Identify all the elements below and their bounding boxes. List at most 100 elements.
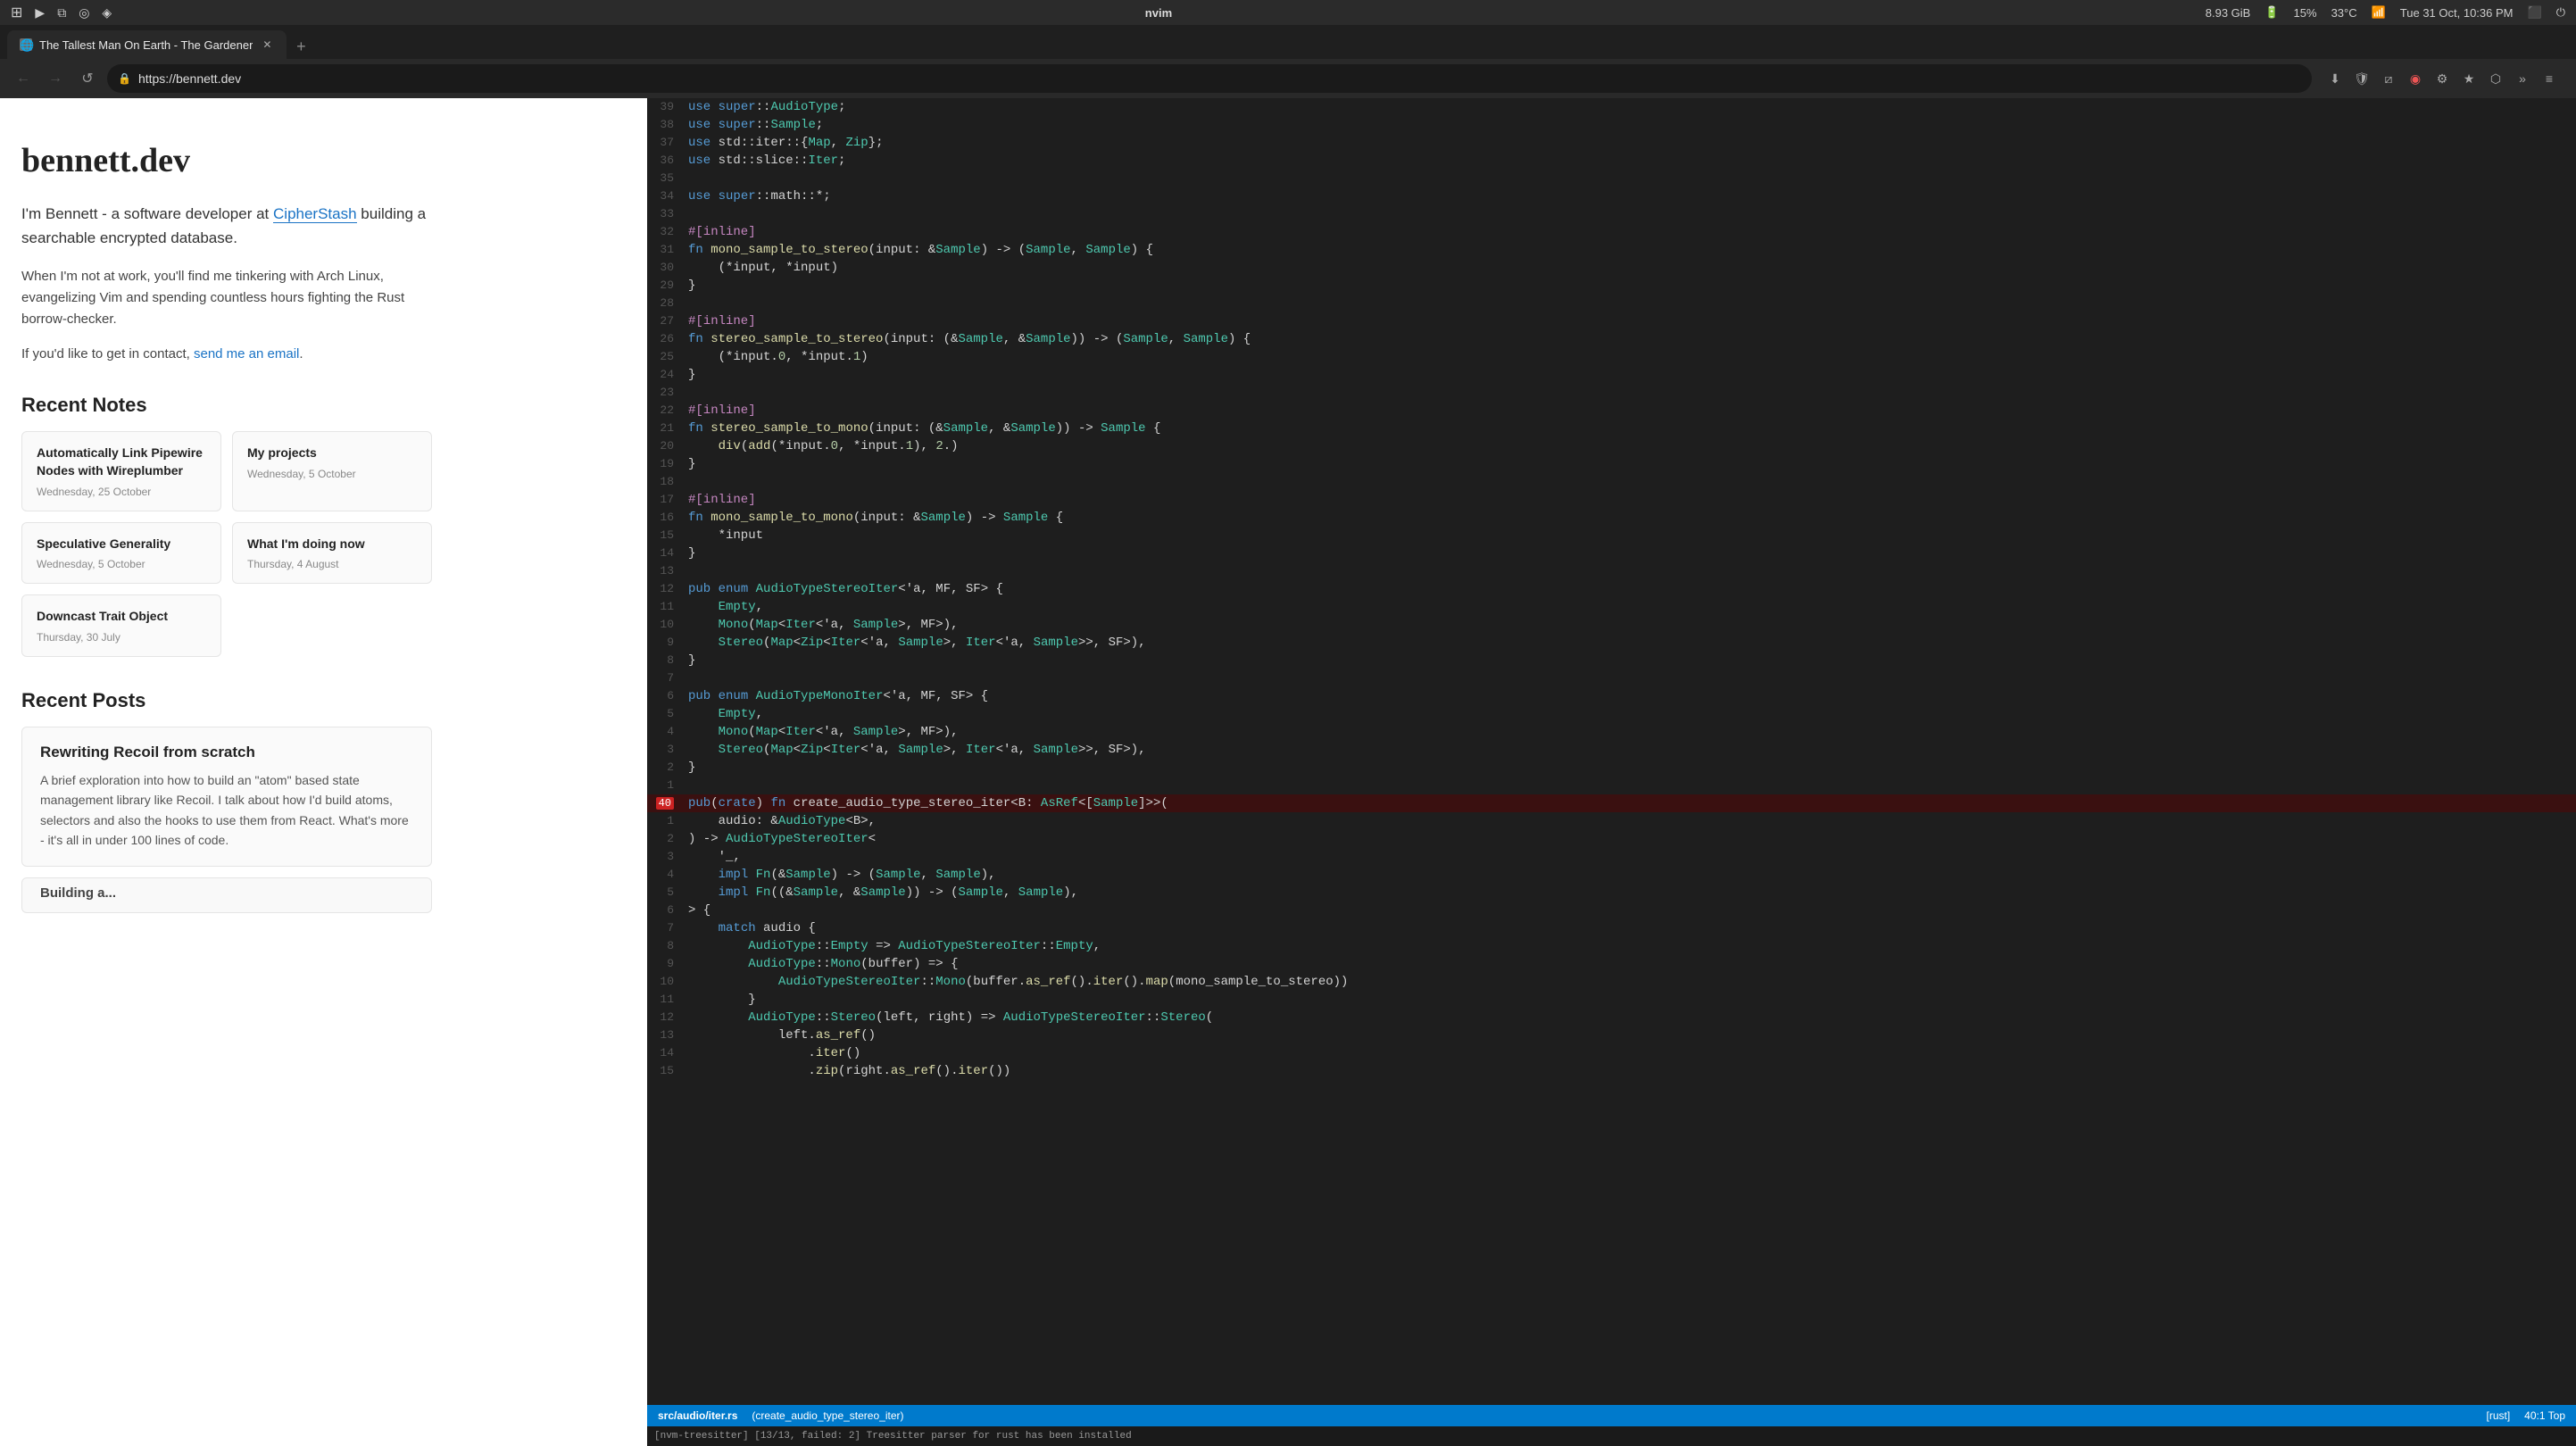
os-app-menu-icon[interactable]: ⊞ — [11, 4, 22, 21]
code-line: 11 Empty, — [647, 598, 2576, 616]
line-number: 8 — [647, 937, 685, 955]
code-line: 15 .zip(right.as_ref().iter()) — [647, 1062, 2576, 1080]
note-title-2: Speculative Generality — [37, 536, 206, 553]
code-line: 29} — [647, 277, 2576, 295]
os-display-icon[interactable]: ⬛ — [2528, 5, 2542, 20]
line-number: 3 — [647, 741, 685, 759]
code-line: 13 left.as_ref() — [647, 1026, 2576, 1044]
line-content: Stereo(Map<Zip<Iter<'a, Sample>, Iter<'a… — [685, 741, 1146, 759]
line-content: pub enum AudioTypeStereoIter<'a, MF, SF>… — [685, 580, 1003, 598]
active-tab[interactable]: 🌐 The Tallest Man On Earth - The Gardene… — [7, 30, 287, 59]
ext-red-icon[interactable]: ◉ — [2405, 68, 2426, 89]
line-content — [685, 669, 688, 687]
code-line: 34use super::math::*; — [647, 187, 2576, 205]
notes-grid: Automatically Link Pipewire Nodes with W… — [21, 431, 432, 656]
note-date-1: Wednesday, 5 October — [247, 468, 417, 480]
ext-gear-icon[interactable]: ⚙ — [2431, 68, 2453, 89]
line-content: impl Fn(&Sample) -> (Sample, Sample), — [685, 866, 996, 884]
status-pos: 40:1 Top — [2524, 1409, 2565, 1422]
note-card-0[interactable]: Automatically Link Pipewire Nodes with W… — [21, 431, 221, 511]
os-power-icon[interactable]: ⏻ — [2556, 5, 2565, 20]
code-line: 20 div(add(*input.0, *input.1), 2.) — [647, 437, 2576, 455]
blog-contact-text: If you'd like to get in contact, — [21, 346, 194, 362]
line-number: 5 — [647, 884, 685, 902]
line-number: 5 — [647, 705, 685, 723]
code-line: 28 — [647, 295, 2576, 312]
line-number: 4 — [647, 723, 685, 741]
line-number: 40 — [647, 794, 685, 812]
ext-download-icon[interactable]: ⬇ — [2324, 68, 2346, 89]
line-number: 6 — [647, 902, 685, 919]
line-number: 3 — [647, 848, 685, 866]
post-card-0[interactable]: Rewriting Recoil from scratch A brief ex… — [21, 727, 432, 868]
code-line: 4 impl Fn(&Sample) -> (Sample, Sample), — [647, 866, 2576, 884]
os-top-bar: ⊞ ▶ ⧉ ◎ ◈ nvim 8.93 GiB 🔋 15% 33°C 📶 Tue… — [0, 0, 2576, 25]
line-content — [685, 205, 688, 223]
line-number: 15 — [647, 1062, 685, 1080]
os-files-icon[interactable]: ⧉ — [57, 5, 66, 21]
line-content: } — [685, 759, 695, 777]
ext-menu-icon[interactable]: ≡ — [2539, 68, 2560, 89]
os-terminal-icon[interactable]: ▶ — [35, 5, 45, 21]
back-button[interactable]: ← — [11, 66, 36, 91]
post-card-partial[interactable]: Building a... — [21, 877, 432, 913]
reload-button[interactable]: ↺ — [75, 66, 100, 91]
lock-icon: 🔒 — [118, 72, 131, 85]
ext-puzzle2-icon[interactable]: ⬡ — [2485, 68, 2506, 89]
note-date-3: Thursday, 4 August — [247, 558, 417, 570]
os-arch-icon[interactable]: ◈ — [102, 5, 112, 21]
code-line: 24} — [647, 366, 2576, 384]
line-number: 19 — [647, 455, 685, 473]
line-content: pub enum AudioTypeMonoIter<'a, MF, SF> { — [685, 687, 988, 705]
tab-close-btn[interactable]: ✕ — [260, 37, 274, 52]
ext-puzzle-icon[interactable]: ⧄ — [2378, 68, 2399, 89]
browser-viewport: bennett.dev I'm Bennett - a software dev… — [0, 98, 647, 1446]
note-card-3[interactable]: What I'm doing now Thursday, 4 August — [232, 522, 432, 585]
line-number: 13 — [647, 562, 685, 580]
code-line: 39use super::AudioType; — [647, 98, 2576, 116]
status-bar: src/audio/iter.rs (create_audio_type_ste… — [647, 1405, 2576, 1426]
os-battery-label: 8.93 GiB — [2206, 6, 2251, 20]
code-line: 7 — [647, 669, 2576, 687]
ext-shield-icon[interactable]: 🛡 — [2351, 68, 2372, 89]
line-content: fn stereo_sample_to_stereo(input: (&Samp… — [685, 330, 1251, 348]
line-content: use super::Sample; — [685, 116, 823, 134]
line-number: 14 — [647, 1044, 685, 1062]
line-number: 36 — [647, 152, 685, 170]
code-area: 39use super::AudioType;38use super::Samp… — [647, 98, 2576, 1405]
code-line: 9 Stereo(Map<Zip<Iter<'a, Sample>, Iter<… — [647, 634, 2576, 652]
os-browser-icon[interactable]: ◎ — [79, 5, 89, 21]
email-link[interactable]: send me an email — [194, 346, 299, 362]
line-content: Empty, — [685, 705, 763, 723]
code-line: 36use std::slice::Iter; — [647, 152, 2576, 170]
new-tab-button[interactable]: + — [288, 34, 313, 59]
code-line: 15 *input — [647, 527, 2576, 544]
line-number: 34 — [647, 187, 685, 205]
blog-content: bennett.dev I'm Bennett - a software dev… — [0, 98, 464, 970]
note-card-2[interactable]: Speculative Generality Wednesday, 5 Octo… — [21, 522, 221, 585]
line-number: 15 — [647, 527, 685, 544]
code-line: 1 — [647, 777, 2576, 794]
post-excerpt-0: A brief exploration into how to build an… — [40, 770, 413, 851]
line-content: left.as_ref() — [685, 1026, 876, 1044]
address-bar[interactable]: 🔒 https://bennett.dev — [107, 64, 2312, 93]
note-card-1[interactable]: My projects Wednesday, 5 October — [232, 431, 432, 511]
code-line: 12 AudioType::Stereo(left, right) => Aud… — [647, 1009, 2576, 1026]
line-content: } — [685, 652, 695, 669]
code-line: 8 AudioType::Empty => AudioTypeStereoIte… — [647, 937, 2576, 955]
recent-notes-title: Recent Notes — [21, 394, 432, 417]
line-content: match audio { — [685, 919, 816, 937]
ext-star-icon[interactable]: ★ — [2458, 68, 2480, 89]
blog-contact: If you'd like to get in contact, send me… — [21, 346, 432, 362]
ext-more-icon[interactable]: » — [2512, 68, 2533, 89]
note-title-4: Downcast Trait Object — [37, 608, 206, 626]
cipherstash-link[interactable]: CipherStash — [273, 205, 357, 223]
forward-button[interactable]: → — [43, 66, 68, 91]
code-line: 18 — [647, 473, 2576, 491]
line-content: fn mono_sample_to_mono(input: &Sample) -… — [685, 509, 1063, 527]
note-card-4[interactable]: Downcast Trait Object Thursday, 30 July — [21, 594, 221, 657]
code-line: 35 — [647, 170, 2576, 187]
line-number: 24 — [647, 366, 685, 384]
line-number: 8 — [647, 652, 685, 669]
code-line: 6pub enum AudioTypeMonoIter<'a, MF, SF> … — [647, 687, 2576, 705]
